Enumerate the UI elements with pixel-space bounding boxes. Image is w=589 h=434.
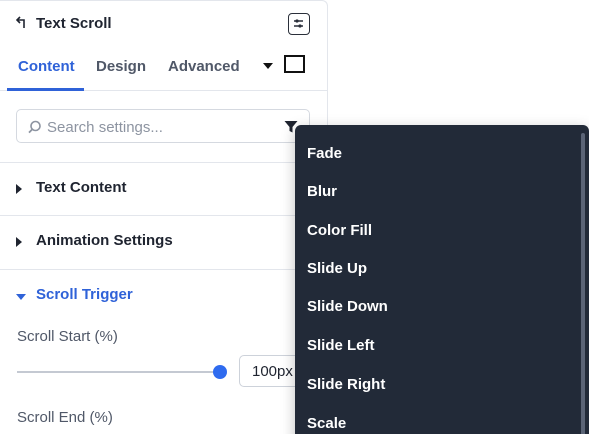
scroll-start-slider-track[interactable] <box>17 371 219 373</box>
search-icon <box>27 119 43 135</box>
section-scroll-trigger[interactable]: Scroll Trigger <box>0 270 327 322</box>
settings-toggle-icon <box>289 19 308 37</box>
scroll-start-value: 100px <box>252 363 293 380</box>
section-text-content[interactable]: Text Content <box>0 163 327 215</box>
back-arrow-icon[interactable] <box>15 14 30 30</box>
dropdown-item-color-fill[interactable]: Color Fill <box>307 222 372 239</box>
tab-advanced[interactable]: Advanced <box>168 58 240 75</box>
dropdown-scrollbar[interactable] <box>581 133 585 434</box>
scroll-end-label: Scroll End (%) <box>17 409 113 426</box>
search-input[interactable] <box>47 117 267 137</box>
scroll-start-slider-thumb[interactable] <box>213 365 227 379</box>
caret-right-icon <box>16 184 22 194</box>
tab-design[interactable]: Design <box>96 58 146 75</box>
settings-panel: Text Scroll Content Design Advanced Sear… <box>0 0 328 434</box>
panel-title: Text Scroll <box>36 15 112 32</box>
tab-content[interactable]: Content <box>18 58 75 75</box>
panel-header: Text Scroll <box>0 1 327 47</box>
caret-right-icon <box>16 237 22 247</box>
settings-toggle-button[interactable] <box>288 13 310 35</box>
tab-bar: Content Design Advanced <box>0 47 327 91</box>
dropdown-item-slide-right[interactable]: Slide Right <box>307 376 385 393</box>
search-box <box>16 109 310 143</box>
dropdown-item-slide-down[interactable]: Slide Down <box>307 298 388 315</box>
section-label: Text Content <box>36 179 127 196</box>
caret-down-icon <box>16 294 26 300</box>
square-icon[interactable] <box>284 55 305 73</box>
dropdown-item-slide-up[interactable]: Slide Up <box>307 260 367 277</box>
dropdown-item-scale[interactable]: Scale <box>307 415 346 432</box>
scroll-start-label: Scroll Start (%) <box>17 328 118 345</box>
animation-type-dropdown: Fade Blur Color Fill Slide Up Slide Down… <box>295 125 589 434</box>
caret-down-icon[interactable] <box>263 63 273 69</box>
dropdown-item-fade[interactable]: Fade <box>307 145 342 162</box>
active-tab-indicator <box>7 88 84 91</box>
section-label: Animation Settings <box>36 232 173 249</box>
dropdown-item-slide-left[interactable]: Slide Left <box>307 337 375 354</box>
dropdown-item-blur[interactable]: Blur <box>307 183 337 200</box>
section-label: Scroll Trigger <box>36 286 133 303</box>
section-animation-settings[interactable]: Animation Settings <box>0 216 327 268</box>
